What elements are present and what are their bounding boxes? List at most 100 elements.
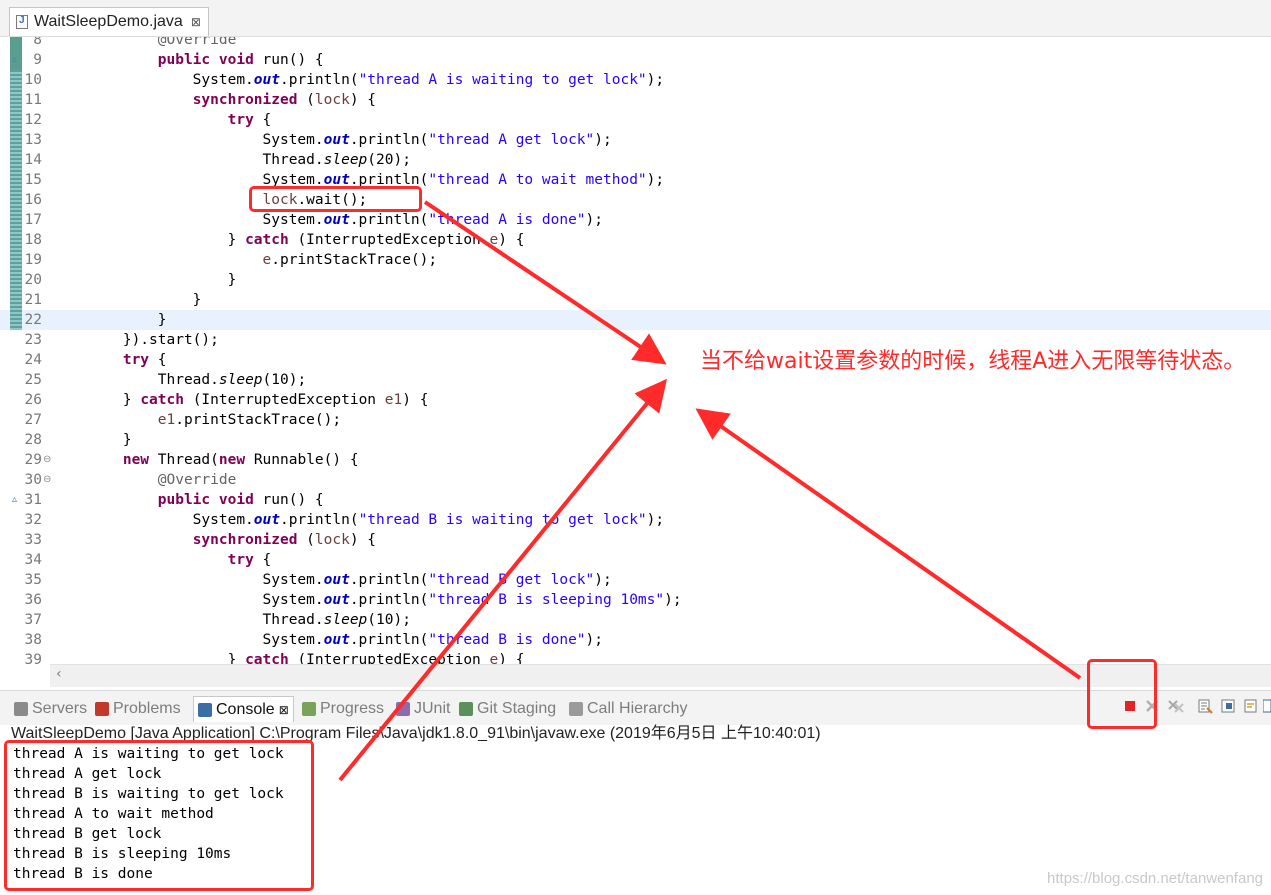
code-text[interactable]: synchronized (lock) { [53,530,376,550]
code-text[interactable]: Thread.sleep(20); [53,150,411,170]
panel-tab-label: Call Hierarchy [587,700,688,717]
code-text[interactable]: e1.printStackTrace(); [53,410,341,430]
code-text[interactable]: } catch (InterruptedException e) { [53,650,525,664]
line-number: 34 [24,552,42,568]
code-line[interactable]: 37 Thread.sleep(10); [0,610,1271,630]
panel-tab-junit[interactable]: JUnit [396,698,450,720]
code-text[interactable]: } catch (InterruptedException e1) { [53,390,429,410]
code-text[interactable]: try { [53,350,167,370]
pin-console-icon[interactable] [1262,698,1271,714]
code-line[interactable]: 17 System.out.println("thread A is done"… [0,210,1271,230]
code-text[interactable]: @Override [53,470,237,490]
code-line[interactable]: 36 System.out.println("thread B is sleep… [0,590,1271,610]
code-line[interactable]: 38 System.out.println("thread B is done"… [0,630,1271,650]
highlight-console-output [4,740,314,891]
panel-tab-call-hierarchy[interactable]: Call Hierarchy [569,698,687,720]
code-text[interactable]: Thread.sleep(10); [53,610,411,630]
panel-tab-label: JUnit [414,700,451,717]
code-line[interactable]: 35 System.out.println("thread B get lock… [0,570,1271,590]
panel-tab-problems[interactable]: Problems [95,698,181,720]
line-number: 24 [24,352,42,368]
fold-toggle-icon[interactable]: ⊖ [43,470,51,490]
line-number: 39 [24,652,42,664]
line-number: 22 [24,312,42,328]
code-text[interactable]: System.out.println("thread B get lock"); [53,570,612,590]
close-icon[interactable]: ⊠ [191,15,201,29]
code-text[interactable]: e.printStackTrace(); [53,250,438,270]
code-text[interactable]: } [53,290,202,310]
code-line[interactable]: 30 ⊖ @Override [0,470,1271,490]
code-line[interactable]: 22 } [0,310,1271,330]
scroll-lock-icon[interactable] [1220,698,1236,714]
clear-console-icon[interactable] [1197,698,1213,714]
code-line[interactable]: 10 System.out.println("thread A is waiti… [0,70,1271,90]
line-number: 12 [24,112,42,128]
line-number: 18 [24,232,42,248]
code-text[interactable]: try { [53,550,272,570]
git-staging-icon [459,702,473,716]
line-number: 8 [33,37,42,48]
code-text[interactable]: System.out.println("thread B is sleeping… [53,590,682,610]
code-text[interactable]: System.out.println("thread A is done"); [53,210,604,230]
code-line[interactable]: 15 System.out.println("thread A to wait … [0,170,1271,190]
code-text[interactable]: } [53,430,132,450]
line-number: 16 [24,192,42,208]
code-text[interactable]: synchronized (lock) { [53,90,376,110]
panel-tab-servers[interactable]: Servers [14,698,87,720]
console-icon [198,702,212,717]
servers-icon [14,702,28,716]
code-line[interactable]: 8 @Override [0,37,1271,50]
code-line[interactable]: ▵ 9 public void run() { [0,50,1271,70]
progress-icon [302,702,316,716]
code-text[interactable]: new Thread(new Runnable() { [53,450,359,470]
code-line[interactable]: 19 e.printStackTrace(); [0,250,1271,270]
code-line[interactable]: 16 lock.wait(); [0,190,1271,210]
line-number: 15 [24,172,42,188]
editor-tab-waitsleepdemo[interactable]: J WaitSleepDemo.java ⊠ [9,7,209,36]
code-text[interactable]: }).start(); [53,330,219,350]
line-number: 25 [24,372,42,388]
remove-all-terminated-icon[interactable] [1167,698,1184,714]
code-line[interactable]: 32 System.out.println("thread B is waiti… [0,510,1271,530]
code-text[interactable]: public void run() { [53,50,324,70]
code-text[interactable]: public void run() { [53,490,324,510]
code-line[interactable]: 39 } catch (InterruptedException e) { [0,650,1271,664]
line-number: 32 [24,512,42,528]
code-text[interactable]: System.out.println("thread A get lock"); [53,130,612,150]
code-line[interactable]: 14 Thread.sleep(20); [0,150,1271,170]
fold-toggle-icon[interactable]: ⊖ [43,450,51,470]
scroll-left-icon[interactable]: ‹ [56,666,62,682]
code-line[interactable]: 11 synchronized (lock) { [0,90,1271,110]
code-line[interactable]: 27 e1.printStackTrace(); [0,410,1271,430]
code-line[interactable]: 13 System.out.println("thread A get lock… [0,130,1271,150]
code-line[interactable]: 28 } [0,430,1271,450]
line-number: 17 [24,212,42,228]
close-icon[interactable]: ⊠ [279,703,289,717]
code-text[interactable]: @Override [53,37,237,50]
panel-tab-progress[interactable]: Progress [302,698,384,720]
code-line[interactable]: 34 try { [0,550,1271,570]
code-text[interactable]: System.out.println("thread A is waiting … [53,70,664,90]
line-number: 28 [24,432,42,448]
code-line[interactable]: 12 try { [0,110,1271,130]
code-text[interactable]: } [53,310,167,330]
code-line[interactable]: ▵ 31 public void run() { [0,490,1271,510]
panel-tab-git-staging[interactable]: Git Staging [459,698,556,720]
code-text[interactable]: } catch (InterruptedException e) { [53,230,525,250]
code-line[interactable]: 29 ⊖ new Thread(new Runnable() { [0,450,1271,470]
code-line[interactable]: 33 synchronized (lock) { [0,530,1271,550]
highlight-terminate-button [1087,659,1157,729]
code-text[interactable]: } [53,270,237,290]
code-text[interactable]: Thread.sleep(10); [53,370,306,390]
code-line[interactable]: 20 } [0,270,1271,290]
line-number: 36 [24,592,42,608]
panel-tab-console[interactable]: Console ⊠ [193,696,294,722]
code-text[interactable]: try { [53,110,272,130]
highlight-lock-wait [249,186,422,212]
code-text[interactable]: System.out.println("thread B is waiting … [53,510,664,530]
code-line[interactable]: 18 } catch (InterruptedException e) { [0,230,1271,250]
code-line[interactable]: 21 } [0,290,1271,310]
word-wrap-icon[interactable] [1243,698,1259,714]
code-text[interactable]: System.out.println("thread B is done"); [53,630,604,650]
code-line[interactable]: 26 } catch (InterruptedException e1) { [0,390,1271,410]
